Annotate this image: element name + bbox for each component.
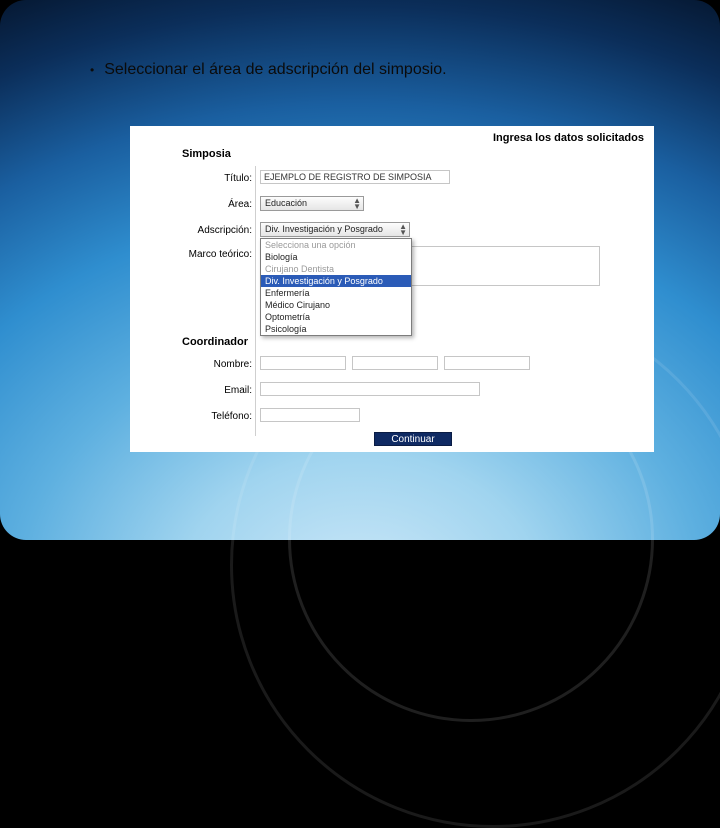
updown-icon: ▲▼: [399, 224, 407, 236]
section-title-coordinador: Coordinador: [182, 336, 248, 348]
nombre-input-1[interactable]: [260, 356, 346, 370]
dropdown-option[interactable]: Optometría: [261, 311, 411, 323]
dropdown-option[interactable]: Selecciona una opción: [261, 239, 411, 251]
telefono-input[interactable]: [260, 408, 360, 422]
nombre-input-3[interactable]: [444, 356, 530, 370]
email-input[interactable]: [260, 382, 480, 396]
instruction-bullet: • Seleccionar el área de adscripción del…: [90, 61, 447, 79]
adscripcion-select[interactable]: Div. Investigación y Posgrado ▲▼: [260, 222, 410, 237]
dropdown-option[interactable]: Div. Investigación y Posgrado: [261, 275, 411, 287]
panel-header: Ingresa los datos solicitados: [493, 132, 644, 144]
column-divider: [255, 166, 256, 436]
updown-icon: ▲▼: [353, 198, 361, 210]
continuar-button[interactable]: Continuar: [374, 432, 452, 446]
form-panel: Ingresa los datos solicitados Simposia C…: [130, 126, 654, 452]
dropdown-option[interactable]: Biología: [261, 251, 411, 263]
instruction-text: Seleccionar el área de adscripción del s…: [104, 61, 446, 79]
label-adscripcion: Adscripción:: [130, 225, 252, 236]
nombre-input-2[interactable]: [352, 356, 438, 370]
label-telefono: Teléfono:: [130, 411, 252, 422]
bullet-dot-icon: •: [90, 63, 94, 77]
dropdown-option[interactable]: Médico Cirujano: [261, 299, 411, 311]
titulo-input[interactable]: EJEMPLO DE REGISTRO DE SIMPOSIA: [260, 170, 450, 184]
label-titulo: Título:: [130, 173, 252, 184]
adscripcion-dropdown: Selecciona una opción Biología Cirujano …: [260, 238, 412, 336]
section-title-simposia: Simposia: [182, 148, 231, 160]
label-marco: Marco teórico:: [130, 249, 252, 260]
area-select[interactable]: Educación ▲▼: [260, 196, 364, 211]
label-email: Email:: [130, 385, 252, 396]
dropdown-option[interactable]: Psicología: [261, 323, 411, 335]
dropdown-option[interactable]: Cirujano Dentista: [261, 263, 411, 275]
adscripcion-select-value: Div. Investigación y Posgrado: [265, 224, 383, 234]
area-select-value: Educación: [265, 198, 307, 208]
label-nombre: Nombre:: [130, 359, 252, 370]
dropdown-option[interactable]: Enfermería: [261, 287, 411, 299]
label-area: Área:: [130, 199, 252, 210]
